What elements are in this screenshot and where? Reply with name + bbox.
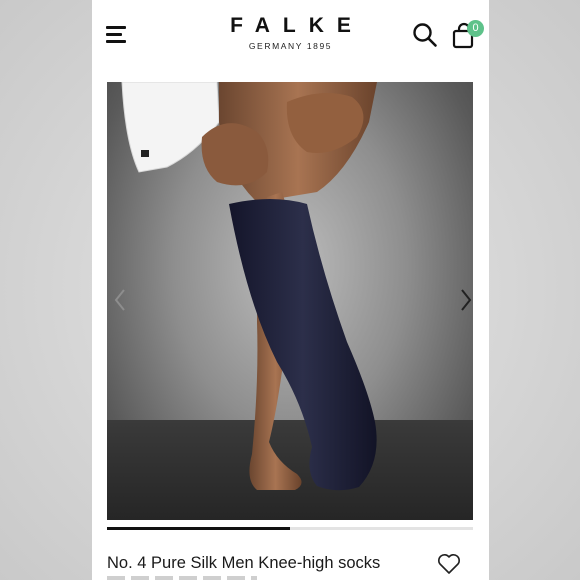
product-photo: [121, 82, 377, 491]
gallery-progress-bar: [107, 527, 473, 530]
heart-icon: [438, 554, 460, 574]
site-header: FALKE GERMANY 1895 0: [92, 0, 489, 70]
truncated-subtitle: [107, 576, 257, 580]
cart-count-badge: 0: [467, 20, 484, 37]
cart-button[interactable]: 0: [450, 20, 484, 50]
search-button[interactable]: [412, 22, 438, 48]
wishlist-button[interactable]: [437, 553, 461, 575]
phone-screen: FALKE GERMANY 1895 0 No. 4 Pure Silk Men…: [92, 0, 489, 580]
gallery-progress-fill: [107, 527, 290, 530]
next-image-button[interactable]: [457, 287, 473, 313]
product-title: No. 4 Pure Silk Men Knee-high socks: [107, 554, 381, 572]
chevron-left-icon: [114, 289, 125, 311]
chevron-right-icon: [461, 289, 472, 311]
product-image-gallery[interactable]: [107, 82, 473, 520]
search-icon: [413, 23, 437, 47]
prev-image-button[interactable]: [111, 287, 129, 313]
